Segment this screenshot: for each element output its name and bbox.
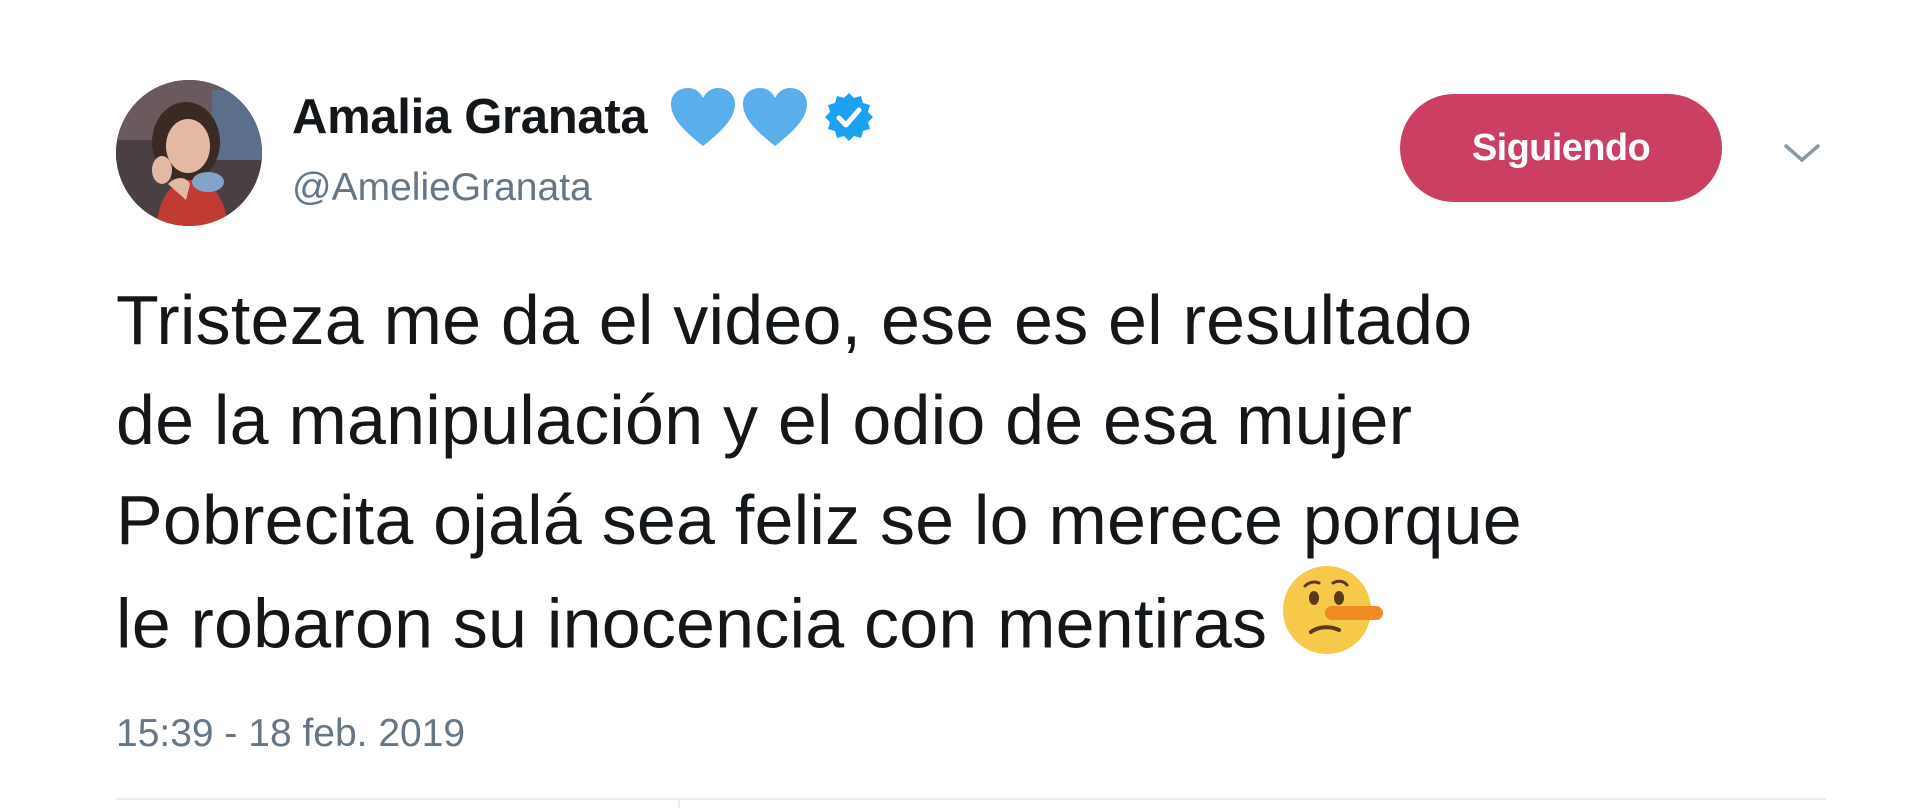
tweet-text-line: Tristeza me da el video, ese es el resul… bbox=[116, 281, 1473, 359]
tweet-timestamp[interactable]: 15:39 - 18 feb. 2019 bbox=[116, 712, 465, 756]
tweet-card: Amalia Granata @AmelieGranata Siguiendo bbox=[0, 0, 1920, 808]
verified-badge-icon bbox=[823, 91, 875, 143]
author-display-name[interactable]: Amalia Granata bbox=[292, 89, 648, 145]
tweet-text-line: le robaron su inocencia con mentiras bbox=[116, 566, 1856, 688]
divider bbox=[116, 798, 1826, 800]
following-button[interactable]: Siguiendo bbox=[1400, 94, 1722, 202]
tweet-text-line: de la manipulación y el odio de esa muje… bbox=[116, 381, 1413, 459]
author-name-row: Amalia Granata bbox=[292, 82, 875, 152]
chevron-down-icon[interactable] bbox=[1780, 138, 1824, 168]
blue-heart-icon bbox=[741, 86, 809, 148]
name-emojis bbox=[669, 86, 809, 148]
blue-heart-icon bbox=[669, 86, 737, 148]
lying-face-icon bbox=[1281, 564, 1385, 682]
tweet-text-line: Pobrecita ojalá sea feliz se lo merece p… bbox=[116, 481, 1522, 559]
divider-tick bbox=[678, 798, 680, 808]
profile-photo bbox=[116, 80, 262, 226]
author-handle[interactable]: @AmelieGranata bbox=[292, 166, 592, 210]
tweet-text-line-content: le robaron su inocencia con mentiras bbox=[116, 584, 1268, 663]
tweet-text: Tristeza me da el video, ese es el resul… bbox=[116, 270, 1856, 688]
avatar[interactable] bbox=[116, 80, 262, 226]
